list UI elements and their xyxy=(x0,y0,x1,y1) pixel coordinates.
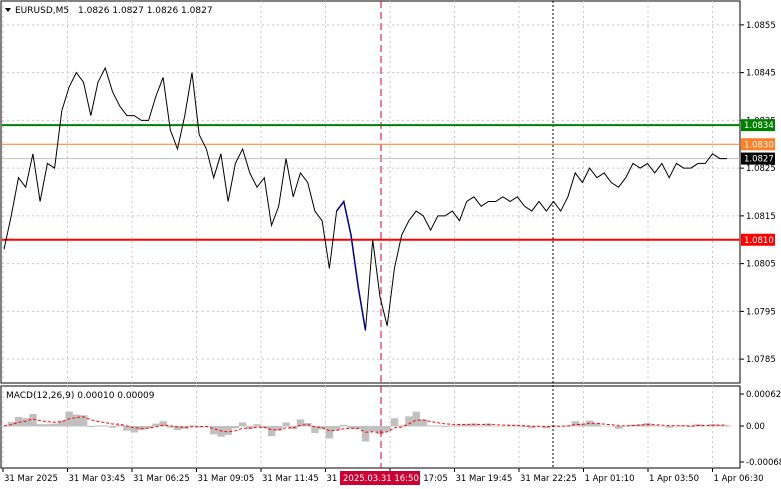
macd-bar xyxy=(658,426,666,427)
macd-tick-label: -0.00068 xyxy=(746,458,781,468)
price-tick-label: 1.0805 xyxy=(746,260,776,270)
macd-bar xyxy=(376,426,384,435)
price-tick-label: 1.0815 xyxy=(746,212,776,222)
macd-bar xyxy=(455,424,464,427)
macd-bar xyxy=(477,425,485,427)
macd-bar xyxy=(267,426,276,437)
macd-bar xyxy=(448,425,457,427)
macd-label: MACD(12,26,9) 0.00010 0.00009 xyxy=(6,391,155,401)
time-tick-label: 31 Mar 09:05 xyxy=(198,474,255,484)
macd-bar xyxy=(412,411,420,427)
macd-bar xyxy=(651,425,659,427)
macd-tick-label: 0.00062 xyxy=(746,390,781,400)
time-tick-label: 31 Mar 06:25 xyxy=(133,474,190,484)
time-tick-label: 1 Apr 06:30 xyxy=(714,474,764,484)
macd-bar xyxy=(701,426,710,427)
macd-bar xyxy=(383,426,391,432)
level-tag-label: 1.0810 xyxy=(744,236,774,246)
price-tick-label: 1.0855 xyxy=(746,21,776,31)
macd-bar xyxy=(434,425,442,427)
time-tick-label: 1 Apr 01:10 xyxy=(585,474,635,484)
price-axis: 1.08551.08451.08351.08251.08151.08051.07… xyxy=(740,21,776,365)
macd-bar xyxy=(600,426,608,427)
price-tick-label: 1.0795 xyxy=(746,307,776,317)
main-chart-frame xyxy=(0,0,741,384)
macd-bar xyxy=(571,421,579,427)
macd-bar xyxy=(36,424,44,427)
macd-bar xyxy=(614,426,623,429)
macd-bar xyxy=(108,426,117,428)
ohlc-label: 1.0826 1.0827 1.0826 1.0827 xyxy=(78,6,213,16)
macd-bar xyxy=(101,425,110,427)
price-tags: 1.0834 1.0830 1.0810 1.0827 xyxy=(741,119,775,246)
macd-bar xyxy=(607,426,616,427)
price-tick-label: 1.0845 xyxy=(746,69,776,79)
macd-bar xyxy=(152,423,160,427)
macd-axis: 0.00062 0.00 -0.00068 xyxy=(740,390,781,468)
time-tick-label: 31 Mar 03:45 xyxy=(69,474,126,484)
time-marker-label: 2025.03.31 16:50 xyxy=(343,474,419,484)
macd-bar xyxy=(325,426,334,439)
macd-bar xyxy=(282,422,290,427)
macd-bar xyxy=(224,426,232,435)
macd-bar xyxy=(253,424,261,427)
macd-bar xyxy=(123,426,131,431)
current-price-label: 1.0827 xyxy=(744,155,774,165)
time-tick-label: 31 Mar 11:45 xyxy=(262,474,319,484)
macd-bar xyxy=(361,426,370,442)
macd-bar xyxy=(238,422,247,427)
macd-bar xyxy=(390,418,399,427)
symbol-label: EURUSD,M5 xyxy=(15,6,69,16)
macd-bar xyxy=(426,425,435,427)
macd-bar xyxy=(22,418,30,427)
price-tick-label: 1.0825 xyxy=(746,164,776,174)
macd-bar xyxy=(72,414,81,427)
macd-bar xyxy=(340,424,348,427)
price-tick-label: 1.0785 xyxy=(746,355,776,365)
time-tick-label: 31 Mar 22:25 xyxy=(520,474,577,484)
macd-bar xyxy=(369,426,377,432)
macd-bar xyxy=(87,426,95,428)
macd-bar xyxy=(492,426,500,427)
macd-bar xyxy=(210,426,218,435)
macd-bar xyxy=(43,424,52,427)
macd-bar xyxy=(231,426,240,429)
level-tag-label: 1.0834 xyxy=(744,121,774,131)
macd-bar xyxy=(441,426,449,428)
macd-bar xyxy=(499,426,507,427)
time-tick-label: 31 Mar 2025 xyxy=(4,474,58,484)
level-tag-label: 1.0830 xyxy=(744,140,774,150)
time-tick-label: 31 Mar 19:45 xyxy=(456,474,513,484)
macd-bar xyxy=(51,423,59,427)
trading-chart[interactable]: EURUSD,M5 1.0826 1.0827 1.0826 1.0827 MA… xyxy=(0,0,781,489)
macd-tick-label: 0.00 xyxy=(746,422,765,432)
macd-bar xyxy=(94,425,102,427)
time-tick-label: 1 Apr 03:50 xyxy=(649,474,699,484)
